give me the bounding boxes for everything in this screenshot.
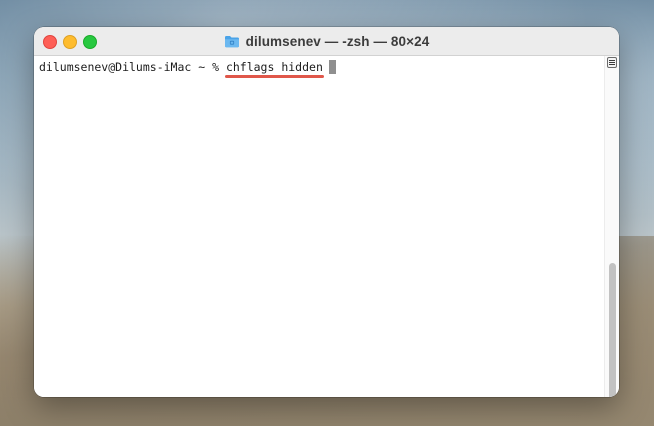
terminal-output-area[interactable]: dilumsenev@Dilums-iMac ~ % chflags hidde… — [34, 56, 605, 397]
typed-command: chflags hidden — [224, 59, 324, 78]
lines-icon[interactable] — [607, 57, 617, 68]
shell-prompt: dilumsenev@Dilums-iMac ~ % — [39, 60, 226, 74]
terminal-window: dilumsenev — -zsh — 80×24 dilumsenev@Dil… — [34, 27, 619, 397]
scrollbar-thumb[interactable] — [609, 263, 616, 397]
folder-icon — [224, 35, 239, 47]
window-title: dilumsenev — -zsh — 80×24 — [34, 27, 619, 55]
window-title-text: dilumsenev — -zsh — 80×24 — [245, 33, 430, 49]
command-text: chflags hidden — [225, 60, 323, 74]
text-cursor — [328, 60, 336, 74]
vertical-scrollbar[interactable] — [604, 56, 619, 397]
prompt-line: dilumsenev@Dilums-iMac ~ % chflags hidde… — [39, 59, 336, 78]
command-highlight — [224, 75, 324, 78]
title-bar[interactable]: dilumsenev — -zsh — 80×24 — [34, 27, 619, 56]
